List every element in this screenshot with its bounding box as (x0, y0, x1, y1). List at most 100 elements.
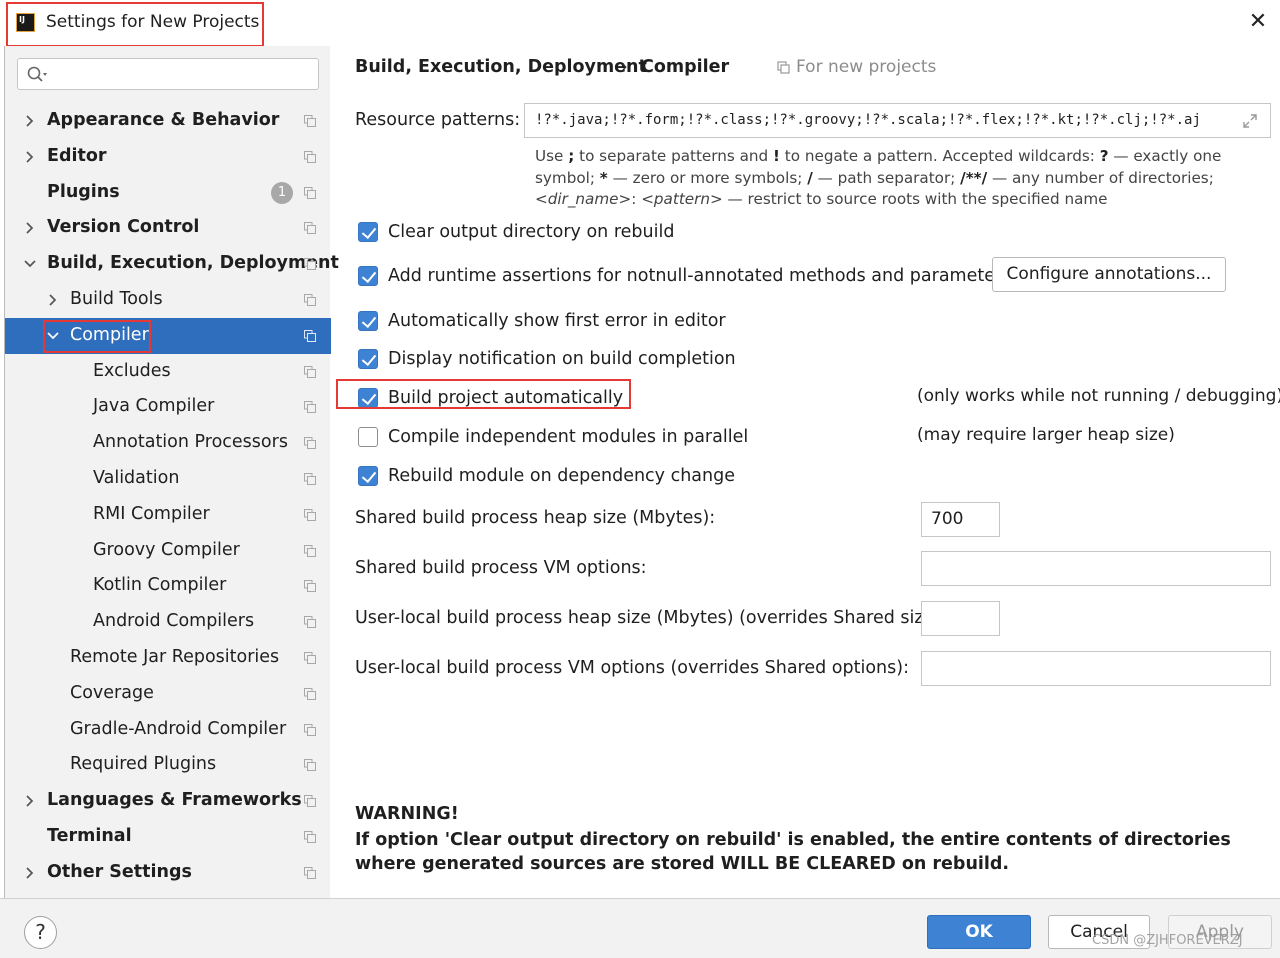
shared-heap-field[interactable]: 700 (921, 502, 1000, 537)
sidebar-item-label: Version Control (47, 217, 200, 238)
sidebar-item-label: Validation (93, 467, 180, 488)
sidebar-item-label: Editor (47, 145, 107, 166)
sidebar-item-languages-frameworks[interactable]: Languages & Frameworks (5, 783, 331, 819)
build-notification-checkbox[interactable]: Display notification on build completion (358, 347, 736, 371)
sidebar-item-android-compilers[interactable]: Android Compilers (5, 604, 331, 640)
show-first-error-checkbox[interactable]: Automatically show first error in editor (358, 309, 726, 333)
configure-annotations-button[interactable]: Configure annotations... (992, 257, 1226, 292)
chevron-right-icon[interactable] (23, 114, 37, 128)
sidebar-item-kotlin-compiler[interactable]: Kotlin Compiler (5, 568, 331, 604)
build-auto-note: (only works while not running / debuggin… (917, 386, 1280, 406)
chevron-right-icon[interactable] (46, 293, 60, 307)
sidebar-item-validation[interactable]: Validation (5, 461, 331, 497)
compiler-highlight-box (43, 319, 151, 353)
expand-icon[interactable] (1241, 112, 1259, 130)
checkbox-label: Add runtime assertions for notnull-annot… (388, 266, 1012, 286)
compiler-settings-panel: Build, Execution, Deployment › Compiler … (330, 46, 1280, 898)
local-vm-field[interactable] (921, 651, 1271, 686)
chevron-down-icon[interactable] (23, 257, 37, 271)
sidebar-item-coverage[interactable]: Coverage (5, 676, 331, 712)
project-scope-icon (304, 329, 316, 342)
sidebar-item-required-plugins[interactable]: Required Plugins (5, 747, 331, 783)
sidebar-item-version-control[interactable]: Version Control (5, 210, 331, 246)
sidebar-item-label: Languages & Frameworks (47, 790, 302, 811)
resource-patterns-hint: Use ; to separate patterns and ! to nega… (535, 147, 1222, 208)
rebuild-on-dependency-checkbox[interactable]: Rebuild module on dependency change (358, 464, 735, 488)
chevron-right-icon[interactable] (23, 150, 37, 164)
local-heap-label: User-local build process heap size (Mbyt… (355, 608, 948, 628)
sidebar-item-rmi-compiler[interactable]: RMI Compiler (5, 497, 331, 533)
checkbox-checked-icon[interactable] (358, 311, 378, 331)
sidebar-item-label: Groovy Compiler (93, 539, 240, 560)
checkbox-label: Compile independent modules in parallel (388, 427, 749, 447)
parallel-note: (may require larger heap size) (917, 425, 1175, 445)
sidebar-item-label: Required Plugins (70, 754, 217, 775)
checkbox-checked-icon[interactable] (358, 266, 378, 286)
runtime-assertions-checkbox[interactable]: Add runtime assertions for notnull-annot… (358, 264, 1011, 288)
chevron-right-icon[interactable] (23, 794, 37, 808)
project-scope-icon (304, 723, 316, 736)
sidebar-item-label: Excludes (93, 360, 171, 381)
project-scope-icon (304, 437, 316, 450)
shared-heap-label: Shared build process heap size (Mbytes): (355, 508, 716, 528)
checkbox-checked-icon[interactable] (358, 466, 378, 486)
checkbox-checked-icon[interactable] (358, 349, 378, 369)
checkbox-label: Automatically show first error in editor (388, 311, 726, 331)
sidebar-item-other-settings[interactable]: Other Settings (5, 855, 331, 891)
shared-vm-field[interactable] (921, 551, 1271, 586)
project-scope-icon (304, 222, 316, 235)
close-icon[interactable]: ✕ (1246, 10, 1270, 34)
ok-button[interactable]: OK (927, 915, 1031, 949)
project-scope-icon (304, 293, 316, 306)
sidebar-item-java-compiler[interactable]: Java Compiler (5, 389, 331, 425)
warning-text: If option 'Clear output directory on reb… (355, 830, 1231, 874)
sidebar-item-label: RMI Compiler (93, 503, 210, 524)
watermark: CSDN @ZJHFOREVERZJ (1092, 933, 1243, 948)
project-scope-icon (304, 795, 316, 808)
sidebar-item-label: Appearance & Behavior (47, 110, 280, 130)
sidebar-item-label: Coverage (70, 682, 154, 703)
sidebar-item-label: Java Compiler (93, 396, 215, 417)
sidebar-item-build-execution-deployment[interactable]: Build, Execution, Deployment (5, 246, 339, 282)
search-icon (27, 66, 47, 82)
sidebar-item-label: Gradle-Android Compiler (70, 718, 287, 739)
project-scope-icon (304, 472, 316, 485)
sidebar-item-build-tools[interactable]: Build Tools (5, 282, 331, 318)
sidebar-item-excludes[interactable]: Excludes (5, 354, 331, 390)
project-scope-icon (304, 866, 316, 879)
sidebar-item-gradle-android-compiler[interactable]: Gradle-Android Compiler (5, 712, 331, 748)
sidebar-item-label: Build Tools (70, 288, 163, 309)
local-heap-field[interactable] (921, 601, 1000, 636)
breadcrumb-separator: › (621, 57, 628, 77)
title-bar: Settings for New Projects ✕ (0, 0, 1280, 47)
settings-tree: Appearance & Behavior Editor Plugins 1 Versi… (5, 103, 339, 891)
sidebar-item-compiler[interactable]: Compiler (5, 317, 331, 354)
breadcrumb[interactable]: Build, Execution, Deployment (355, 57, 647, 77)
sidebar-item-appearance-behavior[interactable]: Appearance & Behavior (5, 103, 331, 139)
sidebar-item-editor[interactable]: Editor (5, 139, 331, 175)
parallel-modules-checkbox[interactable]: Compile independent modules in parallel (358, 425, 748, 449)
checkbox-label: Display notification on build completion (388, 349, 736, 369)
sidebar-item-terminal[interactable]: Terminal (5, 819, 331, 855)
resource-patterns-field[interactable]: !?*.java;!?*.form;!?*.class;!?*.groovy;!… (524, 103, 1271, 138)
sidebar-item-plugins[interactable]: Plugins 1 (5, 175, 331, 211)
checkbox-checked-icon[interactable] (358, 222, 378, 242)
project-scope-icon (304, 544, 316, 557)
chevron-right-icon[interactable] (23, 221, 37, 235)
checkbox-unchecked-icon[interactable] (358, 427, 378, 447)
sidebar-item-annotation-processors[interactable]: Annotation Processors (5, 425, 331, 461)
clear-output-checkbox[interactable]: Clear output directory on rebuild (358, 220, 674, 244)
sidebar-item-groovy-compiler[interactable]: Groovy Compiler (5, 533, 331, 569)
project-scope-icon (304, 651, 316, 664)
settings-sidebar: Appearance & Behavior Editor Plugins 1 Versi… (4, 46, 339, 898)
checkbox-label: Clear output directory on rebuild (388, 222, 675, 242)
help-button[interactable]: ? (24, 916, 57, 949)
search-input[interactable] (17, 58, 319, 90)
project-scope-icon (304, 830, 316, 843)
shared-vm-label: Shared build process VM options: (355, 558, 647, 578)
project-scope-icon (304, 508, 316, 521)
sidebar-item-remote-jar-repositories[interactable]: Remote Jar Repositories (5, 640, 331, 676)
sidebar-item-label: Other Settings (47, 861, 192, 882)
chevron-right-icon[interactable] (23, 866, 37, 880)
sidebar-item-label: Build, Execution, Deployment (47, 253, 339, 274)
